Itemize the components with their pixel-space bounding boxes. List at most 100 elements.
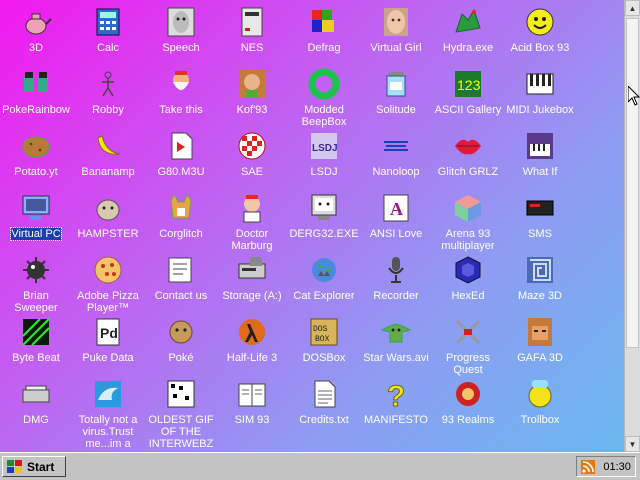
- scroll-up-button[interactable]: ▲: [625, 0, 640, 16]
- desktop-icon[interactable]: Calc: [72, 6, 144, 54]
- desktop-icon[interactable]: SIM 93: [216, 378, 288, 426]
- desktop-icon[interactable]: Nanoloop: [360, 130, 432, 178]
- desktop-icon[interactable]: What If: [504, 130, 576, 178]
- nanoloop-icon: [380, 130, 412, 162]
- desktop-icon[interactable]: ? MANIFESTO: [360, 378, 432, 427]
- corgi-icon: [165, 192, 197, 224]
- desktop-icon-label: Glitch GRLZ: [437, 166, 499, 178]
- desktop-icon[interactable]: LSDJ LSDJ: [288, 130, 360, 178]
- hydra-icon: [452, 6, 484, 38]
- svg-text:DOS: DOS: [313, 325, 328, 334]
- desktop-icon[interactable]: Virtual Girl: [360, 6, 432, 54]
- desktop-icon-label: Doctor Marburg: [231, 228, 273, 252]
- mine-icon: [20, 254, 52, 286]
- desktop-icon[interactable]: Defrag: [288, 6, 360, 54]
- realms-icon: [452, 378, 484, 410]
- scroll-down-button[interactable]: ▼: [625, 436, 640, 452]
- desktop-icon-label: Defrag: [307, 42, 341, 54]
- desktop-icon[interactable]: OLDEST GIF OF THE INTERWEBZ: [145, 378, 217, 450]
- banana-icon: [92, 130, 124, 162]
- desktop-icon[interactable]: Doctor Marburg: [216, 192, 288, 252]
- desktop-icon[interactable]: Storage (A:): [216, 254, 288, 302]
- desktop-icon-label: Virtual Girl: [370, 42, 422, 54]
- desktop-icon[interactable]: DMG: [0, 378, 72, 426]
- desktop-icon[interactable]: Progress Quest: [432, 316, 504, 376]
- desktop-icon[interactable]: Virtual PC: [0, 192, 72, 241]
- pokemon-icon: [165, 316, 197, 348]
- desktop-icon[interactable]: G80.M3U: [145, 130, 217, 178]
- question-mark-icon: ?: [380, 378, 412, 411]
- desktop-icon[interactable]: HAMPSTER: [72, 192, 144, 240]
- smiley-icon: [524, 6, 556, 38]
- desktop-icon[interactable]: 3D: [0, 6, 72, 54]
- desktop-icon-label: Speech: [162, 42, 200, 54]
- desktop-icon[interactable]: Byte Beat: [0, 316, 72, 364]
- desktop-icon-label: 93 Realms: [441, 414, 495, 426]
- desktop-icon[interactable]: Cat Explorer: [288, 254, 360, 302]
- desktop-icon[interactable]: Modded BeepBox: [288, 68, 360, 128]
- desktop-icon[interactable]: Speech: [145, 6, 217, 54]
- bearded-man-icon: [165, 68, 197, 100]
- desktop-icon[interactable]: 93 Realms: [432, 378, 504, 426]
- desktop-icon[interactable]: Kof'93: [216, 68, 288, 116]
- desktop-icon[interactable]: Bananamp: [72, 130, 144, 178]
- girl-face-icon: [380, 6, 412, 38]
- desktop-icon[interactable]: DERG32.EXE: [288, 192, 360, 240]
- desktop-icon[interactable]: Corglitch: [145, 192, 217, 240]
- desktop-icon[interactable]: Acid Box 93: [504, 6, 576, 54]
- desktop-icon[interactable]: Totally not a virus.Trust me...im a: [72, 378, 144, 450]
- desktop-icon[interactable]: SAE: [216, 130, 288, 178]
- desktop-icon[interactable]: Adobe Pizza Player™: [72, 254, 144, 314]
- desktop-icon[interactable]: Hydra.exe: [432, 6, 504, 54]
- desktop-icon[interactable]: Maze 3D: [504, 254, 576, 302]
- desktop-icon[interactable]: A ANSI Love: [360, 192, 432, 240]
- speech-face-icon: [165, 6, 197, 38]
- desktop-icon[interactable]: GAFA 3D: [504, 316, 576, 364]
- desktop-icon[interactable]: MIDI Jukebox: [504, 68, 576, 116]
- desktop-icon[interactable]: Star Wars.avi: [360, 316, 432, 364]
- desktop-icon-label: Contact us: [154, 290, 208, 302]
- desktop-icon[interactable]: Half-Life 3: [216, 316, 288, 364]
- rss-feed-icon[interactable]: [581, 459, 596, 474]
- desktop-icon[interactable]: Glitch GRLZ: [432, 130, 504, 178]
- pixel-characters-icon: [20, 68, 52, 100]
- scroll-thumb[interactable]: [626, 18, 639, 348]
- desktop-icon[interactable]: HexEd: [432, 254, 504, 302]
- desktop-icon[interactable]: 123 ASCII Gallery: [432, 68, 504, 116]
- desktop-icon-label: Maze 3D: [517, 290, 563, 302]
- vertical-scrollbar[interactable]: ▲ ▼: [624, 0, 640, 452]
- desktop-icon-label: Recorder: [373, 290, 419, 302]
- desktop-icon[interactable]: Contact us: [145, 254, 217, 302]
- desktop-icon[interactable]: Trollbox: [504, 378, 576, 426]
- desktop-icon[interactable]: Brian Sweeper: [0, 254, 72, 314]
- desktop-icon[interactable]: Robby: [72, 68, 144, 116]
- dosbox-icon: DOS BOX: [308, 316, 340, 348]
- desktop-icon-label: Nanoloop: [372, 166, 420, 178]
- pizza-icon: [92, 254, 124, 286]
- defrag-icon: [308, 6, 340, 38]
- desktop-icon-label: Totally not a virus.Trust me...im a: [78, 414, 138, 450]
- desktop-icon[interactable]: SMS: [504, 192, 576, 240]
- desktop-icon[interactable]: NES: [216, 6, 288, 54]
- desktop-icon-label: Kof'93: [236, 104, 268, 116]
- lips-icon: [452, 130, 484, 162]
- desktop-icon[interactable]: DOS BOX DOSBox: [288, 316, 360, 364]
- desktop-icon-label: Bananamp: [81, 166, 135, 178]
- desktop-icon[interactable]: Potato.yt: [0, 130, 72, 178]
- desktop-icon[interactable]: Poké: [145, 316, 217, 364]
- start-button[interactable]: Start: [2, 456, 66, 477]
- desktop-icon-label: Brian Sweeper: [14, 290, 58, 314]
- desktop-icon[interactable]: Take this: [145, 68, 217, 116]
- book-icon: [236, 378, 268, 410]
- doomguy-icon: [524, 316, 556, 348]
- desktop-icon-label: Adobe Pizza Player™: [77, 290, 139, 314]
- piano-keyboard-icon: [524, 130, 556, 162]
- desktop-icon[interactable]: PokeRainbow: [0, 68, 72, 116]
- svg-text:Pd: Pd: [100, 325, 118, 341]
- desktop-icon[interactable]: Recorder: [360, 254, 432, 302]
- desktop-icon[interactable]: Pd Puke Data: [72, 316, 144, 364]
- desktop-icon[interactable]: Arena 93 multiplayer: [432, 192, 504, 252]
- svg-text:123: 123: [457, 77, 481, 93]
- desktop-icon[interactable]: Solitude: [360, 68, 432, 116]
- desktop-icon[interactable]: Credits.txt: [288, 378, 360, 426]
